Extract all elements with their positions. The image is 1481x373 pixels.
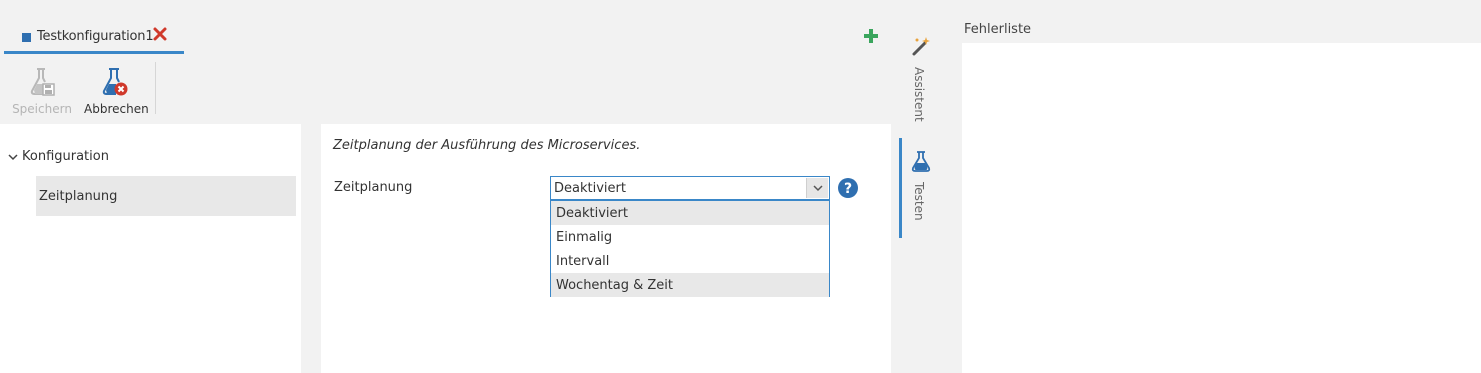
option-deaktiviert[interactable]: Deaktiviert <box>551 201 829 225</box>
option-wochentag-zeit[interactable]: Wochentag & Zeit <box>551 273 829 297</box>
side-tab-bar: Assistent Testen <box>899 0 941 373</box>
tree-root-label: Konfiguration <box>22 149 109 164</box>
dropdown-toggle[interactable] <box>806 178 828 198</box>
form-panel: Zeitplanung der Ausführung des Microserv… <box>321 124 891 373</box>
plus-icon[interactable] <box>862 27 880 45</box>
tree-root-konfiguration[interactable]: Konfiguration <box>8 149 109 164</box>
assistent-label: Assistent <box>912 67 926 122</box>
save-label: Speichern <box>12 102 72 116</box>
flask-save-icon <box>30 68 55 96</box>
option-intervall[interactable]: Intervall <box>551 249 829 273</box>
flask-cancel-icon <box>102 68 128 96</box>
navigation-tree: Konfiguration Zeitplanung <box>0 124 301 373</box>
cancel-button[interactable]: Abbrechen <box>84 66 149 118</box>
select-value: Deaktiviert <box>554 181 626 196</box>
magic-wand-icon <box>912 37 930 56</box>
help-icon[interactable]: ? <box>838 178 858 198</box>
tree-item-zeitplanung[interactable]: Zeitplanung <box>36 176 296 216</box>
save-button[interactable]: Speichern <box>12 66 72 118</box>
square-icon <box>22 33 31 42</box>
tab-label: Testkonfiguration1 <box>37 29 154 44</box>
chevron-down-icon <box>8 153 18 160</box>
tab-assistent[interactable]: Assistent <box>899 30 941 130</box>
cancel-label: Abbrechen <box>84 102 149 116</box>
zeitplanung-label: Zeitplanung <box>334 180 413 195</box>
tab-testkonfiguration[interactable]: Testkonfiguration1 <box>4 24 184 54</box>
error-list-panel <box>962 43 1481 373</box>
zeitplanung-select[interactable]: Deaktiviert <box>550 176 830 200</box>
svg-text:?: ? <box>844 181 852 197</box>
flask-icon <box>911 151 931 172</box>
option-einmalig[interactable]: Einmalig <box>551 225 829 249</box>
close-icon[interactable] <box>151 25 169 43</box>
form-description: Zeitplanung der Ausführung des Microserv… <box>333 138 641 153</box>
error-list-title: Fehlerliste <box>964 22 1032 37</box>
testen-label: Testen <box>912 182 926 221</box>
toolbar-divider <box>155 62 156 114</box>
chevron-down-icon <box>813 185 823 192</box>
zeitplanung-dropdown-list: Deaktiviert Einmalig Intervall Wochentag… <box>550 200 830 297</box>
tab-testen[interactable]: Testen <box>899 138 941 238</box>
